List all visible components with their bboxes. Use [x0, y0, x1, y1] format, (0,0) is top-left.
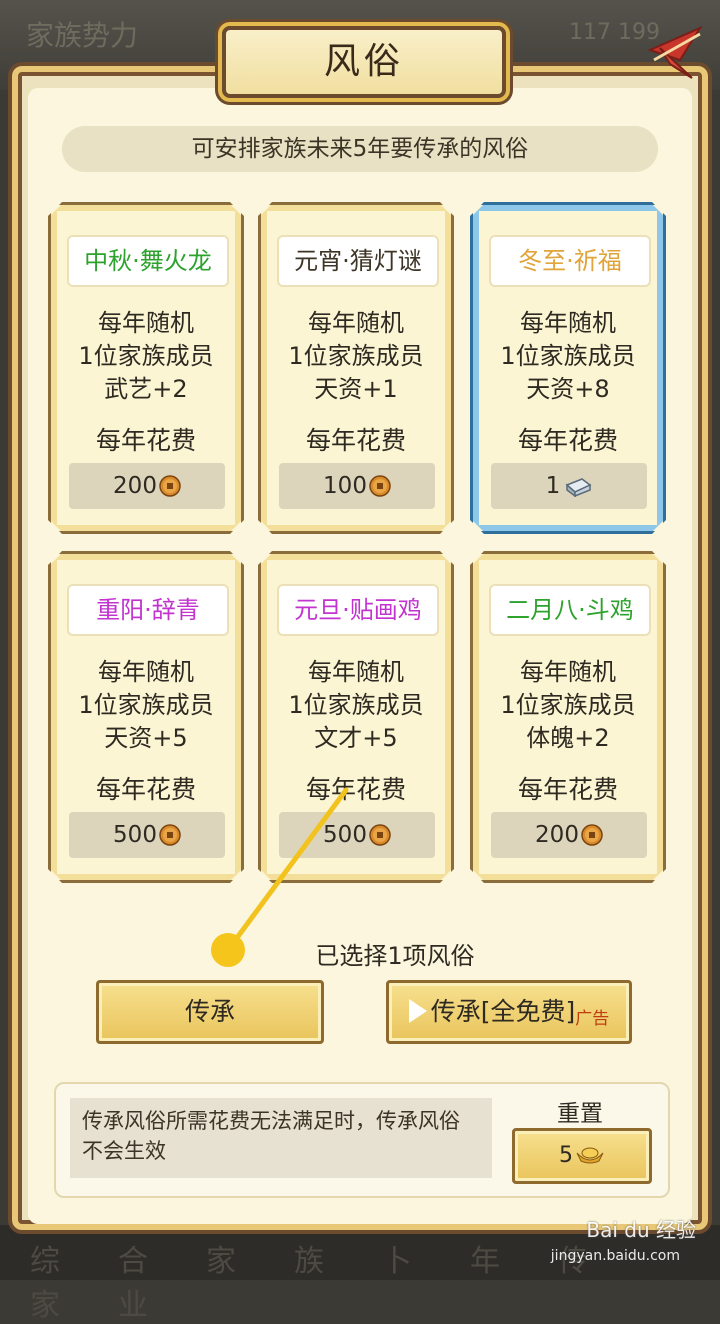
custom-description: 每年随机 1位家族成员 天资+5 [51, 656, 241, 755]
custom-desc-line: 每年随机 [520, 309, 616, 337]
cost-amount: 100 [323, 473, 367, 499]
custom-effect: 文才+5 [314, 724, 398, 752]
cost-amount: 500 [323, 822, 367, 848]
cost-label: 每年花费 [517, 426, 618, 455]
custom-description: 每年随机 1位家族成员 天资+8 [473, 307, 663, 406]
copper-coin-icon [159, 475, 181, 497]
cost-value: 500 [69, 812, 225, 858]
copper-coin-icon [369, 824, 391, 846]
reset-button[interactable]: 5 [512, 1128, 652, 1184]
custom-effect: 天资+8 [526, 375, 610, 403]
cost-value: 100 [279, 463, 435, 509]
custom-effect: 天资+1 [314, 375, 398, 403]
custom-desc-line: 每年随机 [520, 658, 616, 686]
custom-card[interactable]: 元旦·贴画鸡每年随机 1位家族成员 文才+5 每年花费 500 [258, 551, 454, 883]
custom-desc-line: 1位家族成员 [78, 342, 214, 370]
background-title: 家族势力 [26, 19, 139, 52]
custom-effect: 体魄+2 [526, 724, 610, 752]
custom-card[interactable]: 中秋·舞火龙每年随机 1位家族成员 武艺+2 每年花费 200 [48, 202, 244, 534]
cost-label: 每年花费 [517, 775, 618, 804]
cost-amount: 200 [535, 822, 579, 848]
custom-desc-line: 1位家族成员 [288, 691, 424, 719]
custom-desc-line: 1位家族成员 [78, 691, 214, 719]
custom-card[interactable]: 冬至·祈福每年随机 1位家族成员 天资+8 每年花费 1 [470, 202, 666, 534]
reset-label: 重置 [557, 1101, 603, 1127]
custom-name: 元宵·猜灯谜 [277, 235, 439, 287]
custom-description: 每年随机 1位家族成员 武艺+2 [51, 307, 241, 406]
ad-tag: 广告 [575, 1009, 610, 1029]
custom-description: 每年随机 1位家族成员 文才+5 [261, 656, 451, 755]
copper-coin-icon [369, 475, 391, 497]
custom-desc-line: 每年随机 [308, 658, 404, 686]
copper-coin-icon [581, 824, 603, 846]
custom-desc-line: 每年随机 [98, 658, 194, 686]
cost-label: 每年花费 [95, 426, 196, 455]
gold-ingot-icon [576, 1147, 604, 1164]
inherit-button[interactable]: 传承 [96, 980, 324, 1044]
cost-amount: 500 [113, 822, 157, 848]
dialog-title: 风俗 [222, 26, 506, 98]
inherit-free-ad-button[interactable]: 传承[全免费]广告 [386, 980, 632, 1044]
custom-name: 冬至·祈福 [489, 235, 651, 287]
custom-desc-line: 1位家族成员 [500, 691, 636, 719]
cost-amount: 1 [545, 473, 561, 499]
inherit-free-label: 传承[全免费] [430, 997, 576, 1026]
inherit-button-label: 传承 [184, 997, 235, 1026]
cost-amount: 200 [113, 473, 157, 499]
custom-name: 中秋·舞火龙 [67, 235, 229, 287]
custom-card[interactable]: 元宵·猜灯谜每年随机 1位家族成员 天资+1 每年花费 100 [258, 202, 454, 534]
custom-name: 重阳·辞青 [67, 584, 229, 636]
watermark-brand: Bai du 经验 [586, 1218, 696, 1242]
custom-card[interactable]: 重阳·辞青每年随机 1位家族成员 天资+5 每年花费 500 [48, 551, 244, 883]
silver-ingot-icon [564, 475, 592, 497]
cost-value: 1 [491, 463, 647, 509]
cost-label: 每年花费 [95, 775, 196, 804]
custom-description: 每年随机 1位家族成员 体魄+2 [473, 656, 663, 755]
footer-note: 传承风俗所需花费无法满足时，传承风俗不会生效 [70, 1098, 492, 1178]
custom-card[interactable]: 二月八·斗鸡每年随机 1位家族成员 体魄+2 每年花费 200 [470, 551, 666, 883]
play-icon [408, 999, 427, 1023]
custom-desc-line: 每年随机 [98, 309, 194, 337]
cost-label: 每年花费 [305, 775, 406, 804]
cost-value: 200 [69, 463, 225, 509]
custom-desc-line: 每年随机 [308, 309, 404, 337]
close-icon[interactable] [640, 20, 710, 90]
custom-effect: 天资+5 [104, 724, 188, 752]
custom-name: 元旦·贴画鸡 [277, 584, 439, 636]
custom-effect: 武艺+2 [104, 375, 188, 403]
custom-description: 每年随机 1位家族成员 天资+1 [261, 307, 451, 406]
custom-desc-line: 1位家族成员 [288, 342, 424, 370]
copper-coin-icon [159, 824, 181, 846]
custom-name: 二月八·斗鸡 [489, 584, 651, 636]
hint-bar: 可安排家族未来5年要传承的风俗 [62, 126, 658, 172]
cost-value: 200 [491, 812, 647, 858]
selected-count-text: 已选择1项风俗 [315, 942, 475, 970]
custom-desc-line: 1位家族成员 [500, 342, 636, 370]
watermark-url: jingyan.baidu.com [550, 1248, 680, 1264]
reset-cost: 5 [559, 1143, 573, 1168]
cost-value: 500 [279, 812, 435, 858]
cost-label: 每年花费 [305, 426, 406, 455]
